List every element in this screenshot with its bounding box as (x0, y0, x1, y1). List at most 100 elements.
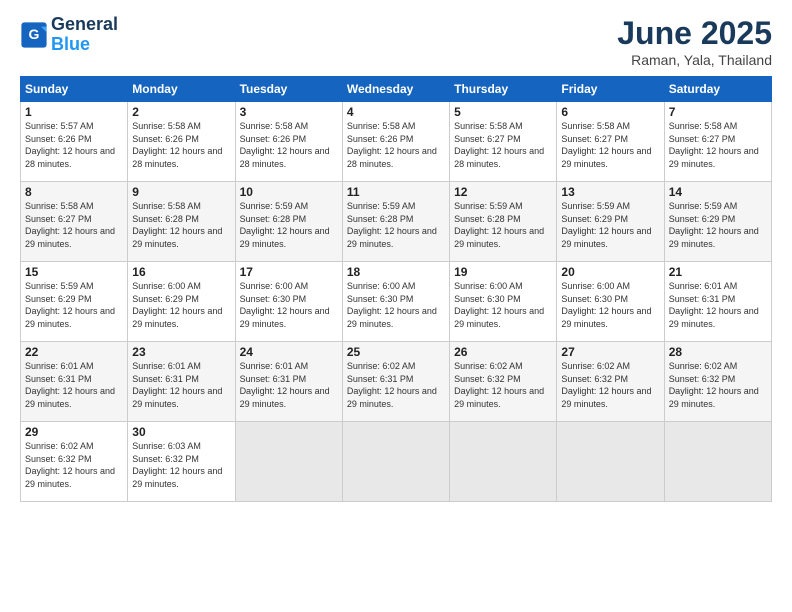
header-wednesday: Wednesday (342, 77, 449, 102)
logo-icon: G (20, 21, 48, 49)
day-info: Sunrise: 6:02 AM Sunset: 6:31 PM Dayligh… (347, 360, 445, 410)
day-info: Sunrise: 6:02 AM Sunset: 6:32 PM Dayligh… (669, 360, 767, 410)
week-row-5: 29 Sunrise: 6:02 AM Sunset: 6:32 PM Dayl… (21, 422, 772, 502)
day-cell: 12 Sunrise: 5:59 AM Sunset: 6:28 PM Dayl… (450, 182, 557, 262)
day-cell: 7 Sunrise: 5:58 AM Sunset: 6:27 PM Dayli… (664, 102, 771, 182)
day-cell: 28 Sunrise: 6:02 AM Sunset: 6:32 PM Dayl… (664, 342, 771, 422)
day-number: 14 (669, 185, 767, 199)
header-saturday: Saturday (664, 77, 771, 102)
day-number: 26 (454, 345, 552, 359)
day-info: Sunrise: 6:01 AM Sunset: 6:31 PM Dayligh… (240, 360, 338, 410)
day-cell: 6 Sunrise: 5:58 AM Sunset: 6:27 PM Dayli… (557, 102, 664, 182)
day-info: Sunrise: 5:58 AM Sunset: 6:28 PM Dayligh… (132, 200, 230, 250)
day-number: 27 (561, 345, 659, 359)
day-info: Sunrise: 6:01 AM Sunset: 6:31 PM Dayligh… (669, 280, 767, 330)
day-number: 25 (347, 345, 445, 359)
logo: G General Blue (20, 15, 118, 55)
day-cell (664, 422, 771, 502)
day-cell: 19 Sunrise: 6:00 AM Sunset: 6:30 PM Dayl… (450, 262, 557, 342)
day-cell: 30 Sunrise: 6:03 AM Sunset: 6:32 PM Dayl… (128, 422, 235, 502)
day-info: Sunrise: 5:59 AM Sunset: 6:28 PM Dayligh… (454, 200, 552, 250)
day-number: 15 (25, 265, 123, 279)
day-cell: 9 Sunrise: 5:58 AM Sunset: 6:28 PM Dayli… (128, 182, 235, 262)
day-info: Sunrise: 5:59 AM Sunset: 6:29 PM Dayligh… (561, 200, 659, 250)
day-cell: 2 Sunrise: 5:58 AM Sunset: 6:26 PM Dayli… (128, 102, 235, 182)
day-number: 2 (132, 105, 230, 119)
header-monday: Monday (128, 77, 235, 102)
day-info: Sunrise: 5:59 AM Sunset: 6:28 PM Dayligh… (347, 200, 445, 250)
day-cell: 3 Sunrise: 5:58 AM Sunset: 6:26 PM Dayli… (235, 102, 342, 182)
day-info: Sunrise: 5:59 AM Sunset: 6:28 PM Dayligh… (240, 200, 338, 250)
day-cell: 23 Sunrise: 6:01 AM Sunset: 6:31 PM Dayl… (128, 342, 235, 422)
header-tuesday: Tuesday (235, 77, 342, 102)
day-cell: 10 Sunrise: 5:59 AM Sunset: 6:28 PM Dayl… (235, 182, 342, 262)
day-cell: 13 Sunrise: 5:59 AM Sunset: 6:29 PM Dayl… (557, 182, 664, 262)
day-number: 20 (561, 265, 659, 279)
day-info: Sunrise: 5:58 AM Sunset: 6:27 PM Dayligh… (669, 120, 767, 170)
day-number: 6 (561, 105, 659, 119)
day-number: 29 (25, 425, 123, 439)
week-row-4: 22 Sunrise: 6:01 AM Sunset: 6:31 PM Dayl… (21, 342, 772, 422)
day-info: Sunrise: 6:03 AM Sunset: 6:32 PM Dayligh… (132, 440, 230, 490)
day-number: 1 (25, 105, 123, 119)
day-cell: 27 Sunrise: 6:02 AM Sunset: 6:32 PM Dayl… (557, 342, 664, 422)
day-cell: 17 Sunrise: 6:00 AM Sunset: 6:30 PM Dayl… (235, 262, 342, 342)
day-number: 24 (240, 345, 338, 359)
header-thursday: Thursday (450, 77, 557, 102)
day-info: Sunrise: 5:58 AM Sunset: 6:27 PM Dayligh… (25, 200, 123, 250)
days-header-row: Sunday Monday Tuesday Wednesday Thursday… (21, 77, 772, 102)
day-info: Sunrise: 5:58 AM Sunset: 6:26 PM Dayligh… (347, 120, 445, 170)
day-cell: 5 Sunrise: 5:58 AM Sunset: 6:27 PM Dayli… (450, 102, 557, 182)
day-info: Sunrise: 5:59 AM Sunset: 6:29 PM Dayligh… (669, 200, 767, 250)
day-number: 10 (240, 185, 338, 199)
day-info: Sunrise: 6:00 AM Sunset: 6:30 PM Dayligh… (561, 280, 659, 330)
logo-line2: Blue (51, 34, 90, 54)
day-cell: 4 Sunrise: 5:58 AM Sunset: 6:26 PM Dayli… (342, 102, 449, 182)
day-number: 3 (240, 105, 338, 119)
header-sunday: Sunday (21, 77, 128, 102)
day-number: 28 (669, 345, 767, 359)
day-info: Sunrise: 6:02 AM Sunset: 6:32 PM Dayligh… (454, 360, 552, 410)
calendar-title: June 2025 (617, 15, 772, 52)
day-info: Sunrise: 5:58 AM Sunset: 6:26 PM Dayligh… (132, 120, 230, 170)
day-info: Sunrise: 6:02 AM Sunset: 6:32 PM Dayligh… (25, 440, 123, 490)
day-info: Sunrise: 5:59 AM Sunset: 6:29 PM Dayligh… (25, 280, 123, 330)
calendar-subtitle: Raman, Yala, Thailand (617, 52, 772, 68)
day-number: 23 (132, 345, 230, 359)
day-cell: 25 Sunrise: 6:02 AM Sunset: 6:31 PM Dayl… (342, 342, 449, 422)
day-info: Sunrise: 6:02 AM Sunset: 6:32 PM Dayligh… (561, 360, 659, 410)
day-cell: 29 Sunrise: 6:02 AM Sunset: 6:32 PM Dayl… (21, 422, 128, 502)
logo-line1: General (51, 15, 118, 35)
day-number: 8 (25, 185, 123, 199)
day-number: 30 (132, 425, 230, 439)
day-cell: 14 Sunrise: 5:59 AM Sunset: 6:29 PM Dayl… (664, 182, 771, 262)
logo-text: General Blue (51, 15, 118, 55)
svg-text:G: G (29, 26, 40, 42)
calendar-page: G General Blue June 2025 Raman, Yala, Th… (0, 0, 792, 612)
week-row-1: 1 Sunrise: 5:57 AM Sunset: 6:26 PM Dayli… (21, 102, 772, 182)
day-cell: 1 Sunrise: 5:57 AM Sunset: 6:26 PM Dayli… (21, 102, 128, 182)
day-info: Sunrise: 6:00 AM Sunset: 6:30 PM Dayligh… (454, 280, 552, 330)
day-number: 13 (561, 185, 659, 199)
day-number: 17 (240, 265, 338, 279)
day-info: Sunrise: 6:00 AM Sunset: 6:30 PM Dayligh… (347, 280, 445, 330)
day-number: 21 (669, 265, 767, 279)
day-number: 9 (132, 185, 230, 199)
day-info: Sunrise: 5:58 AM Sunset: 6:26 PM Dayligh… (240, 120, 338, 170)
day-number: 22 (25, 345, 123, 359)
day-cell (450, 422, 557, 502)
day-cell: 22 Sunrise: 6:01 AM Sunset: 6:31 PM Dayl… (21, 342, 128, 422)
day-number: 12 (454, 185, 552, 199)
week-row-3: 15 Sunrise: 5:59 AM Sunset: 6:29 PM Dayl… (21, 262, 772, 342)
day-cell (557, 422, 664, 502)
day-info: Sunrise: 5:58 AM Sunset: 6:27 PM Dayligh… (561, 120, 659, 170)
day-cell: 16 Sunrise: 6:00 AM Sunset: 6:29 PM Dayl… (128, 262, 235, 342)
title-area: June 2025 Raman, Yala, Thailand (617, 15, 772, 68)
day-cell (235, 422, 342, 502)
calendar-table: Sunday Monday Tuesday Wednesday Thursday… (20, 76, 772, 502)
day-info: Sunrise: 6:00 AM Sunset: 6:30 PM Dayligh… (240, 280, 338, 330)
day-info: Sunrise: 6:00 AM Sunset: 6:29 PM Dayligh… (132, 280, 230, 330)
day-cell: 20 Sunrise: 6:00 AM Sunset: 6:30 PM Dayl… (557, 262, 664, 342)
day-number: 11 (347, 185, 445, 199)
day-info: Sunrise: 6:01 AM Sunset: 6:31 PM Dayligh… (25, 360, 123, 410)
